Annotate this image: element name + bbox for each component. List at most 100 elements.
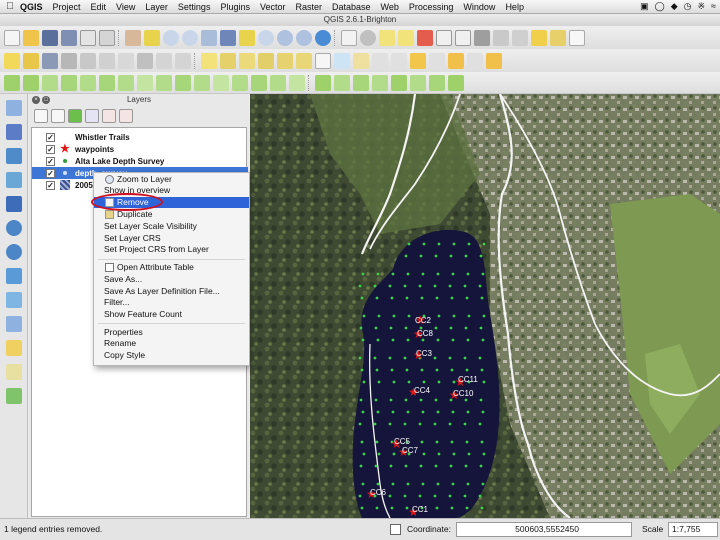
reshape-features-icon[interactable] [175,74,191,91]
menu-item-open-attribute-table[interactable]: Open Attribute Table [94,262,249,273]
zoom-to-selection-icon[interactable] [239,29,255,46]
menu-web[interactable]: Web [381,2,399,12]
zoom-last-icon[interactable] [277,29,293,46]
menu-processing[interactable]: Processing [409,2,454,12]
dropbox-icon[interactable]: ◆ [671,1,678,12]
apple-icon[interactable]:  [0,1,20,12]
remove-layer-icon[interactable] [119,109,133,123]
layer-row-whistler-trails[interactable]: ✓ Whistler Trails [32,131,248,143]
add-spatialite-layer-icon[interactable] [6,172,22,188]
filter-legend-icon[interactable] [68,109,82,123]
menu-view[interactable]: View [116,2,135,12]
composer-manager-icon[interactable] [99,29,115,46]
plugin-b-icon[interactable] [372,52,388,69]
menu-edit[interactable]: Edit [91,2,107,12]
layer-row-waypoints[interactable]: ✓ ★ waypoints [32,143,248,155]
pin-labels-icon[interactable] [220,52,236,69]
split-parts-icon[interactable] [232,74,248,91]
delete-selected-icon[interactable] [118,52,134,69]
menu-item-set-layer-crs[interactable]: Set Layer CRS [94,233,249,244]
plugin-c-icon[interactable] [391,52,407,69]
merge-attributes-icon[interactable] [270,74,286,91]
new-spatialite-icon[interactable] [6,340,22,356]
digitize-c-icon[interactable] [353,74,369,91]
close-icon[interactable]: × [32,96,40,104]
expand-all-icon[interactable] [85,109,99,123]
node-tool-icon[interactable] [99,52,115,69]
layer-checkbox[interactable]: ✓ [46,132,55,142]
plugin-e-icon[interactable] [429,52,445,69]
label-tool-icon[interactable] [201,52,217,69]
fill-ring-icon[interactable] [118,74,134,91]
delete-ring-icon[interactable] [137,74,153,91]
save-project-icon[interactable] [42,29,58,46]
simplify-feature-icon[interactable] [61,74,77,91]
move-feature-icon[interactable] [80,52,96,69]
layer-style-icon[interactable] [34,109,48,123]
run-feature-action-icon[interactable] [360,29,376,46]
digitize-e-icon[interactable] [391,74,407,91]
layer-checkbox[interactable]: ✓ [46,168,55,178]
select-features-icon[interactable] [379,29,395,46]
offset-curve-icon[interactable] [194,74,210,91]
scale-field[interactable]: 1:7,755 [668,522,718,537]
menu-window[interactable]: Window [463,2,495,12]
cut-features-icon[interactable] [137,52,153,69]
show-hide-labels-icon[interactable] [239,52,255,69]
copy-features-icon[interactable] [156,52,172,69]
coordinate-field[interactable]: 500603,5552450 [456,522,632,537]
paste-features-icon[interactable] [175,52,191,69]
zoom-to-layer-icon[interactable] [258,29,274,46]
menu-plugins[interactable]: Plugins [220,2,250,12]
rotate-point-symbols-icon[interactable] [289,74,305,91]
digitize-g-icon[interactable] [429,74,445,91]
menu-help[interactable]: Help [505,2,524,12]
map-tips-icon[interactable] [512,29,528,46]
menu-item-set-project-crs[interactable]: Set Project CRS from Layer [94,244,249,255]
new-bookmark-icon[interactable] [531,29,547,46]
new-project-icon[interactable] [4,29,20,46]
float-icon[interactable]: □ [42,96,50,104]
menu-item-copy-style[interactable]: Copy Style [94,350,249,361]
save-as-icon[interactable] [61,29,77,46]
menu-item-save-as-layer-definition[interactable]: Save As Layer Definition File... [94,286,249,297]
plugin-f-icon[interactable] [448,52,464,69]
pan-icon[interactable] [125,29,141,46]
measure-line-icon[interactable] [474,29,490,46]
add-part-icon[interactable] [99,74,115,91]
layer-checkbox[interactable]: ✓ [46,180,55,190]
digitize-h-icon[interactable] [448,74,464,91]
rotate-label-icon[interactable] [277,52,293,69]
plugin-d-icon[interactable] [410,52,426,69]
new-temporary-layer-icon[interactable] [6,364,22,380]
menu-raster[interactable]: Raster [296,2,323,12]
measure-area-icon[interactable] [493,29,509,46]
menu-item-show-feature-count[interactable]: Show Feature Count [94,309,249,320]
wifi-icon[interactable]: ≈ [711,1,716,12]
undo-icon[interactable] [4,74,20,91]
add-ring-icon[interactable] [80,74,96,91]
screen-icon[interactable]: ▣ [640,1,649,12]
menu-item-zoom-to-layer[interactable]: Zoom to Layer [94,174,249,185]
zoom-in-icon[interactable] [163,29,179,46]
deselect-all-icon[interactable] [417,29,433,46]
menu-item-set-layer-scale-visibility[interactable]: Set Layer Scale Visibility [94,221,249,232]
collapse-all-icon[interactable] [102,109,116,123]
add-wms-layer-icon[interactable] [6,220,22,236]
zoom-next-icon[interactable] [296,29,312,46]
add-wfs-layer-icon[interactable] [6,268,22,284]
add-delimited-text-icon[interactable] [6,292,22,308]
zoom-full-icon[interactable] [220,29,236,46]
digitize-a-icon[interactable] [315,74,331,91]
csw-icon[interactable] [315,52,331,69]
pan-to-selection-icon[interactable] [144,29,160,46]
zoom-actual-size-icon[interactable] [201,29,217,46]
gps-icon[interactable] [334,52,350,69]
split-features-icon[interactable] [213,74,229,91]
map-view[interactable]: ★CC2 ★CC8 ★CC3 ★CC11 ★CC4 ★CC10 ★CC5 ★CC… [250,94,720,518]
identify-icon[interactable] [341,29,357,46]
redo-icon[interactable] [23,74,39,91]
merge-features-icon[interactable] [251,74,267,91]
add-mssql-layer-icon[interactable] [6,196,22,212]
lock-icon[interactable]: ◯ [655,1,665,12]
